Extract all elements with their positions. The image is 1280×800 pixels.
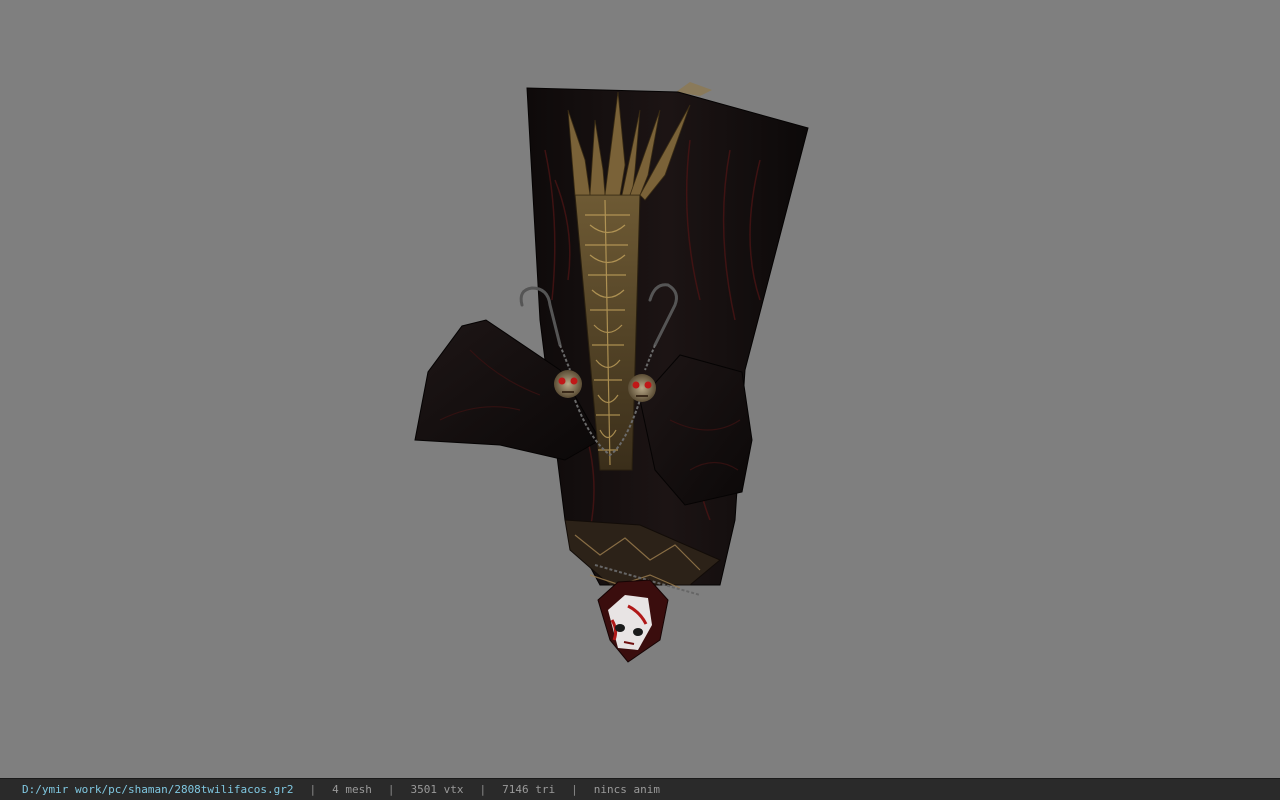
separator: | — [479, 783, 487, 796]
left-skull — [554, 370, 582, 398]
file-path: D:/ymir work/pc/shaman/2808twilifacos.gr… — [22, 783, 294, 796]
mesh-count: 4 mesh — [332, 783, 372, 796]
triangle-count: 7146 tri — [502, 783, 556, 796]
model-viewport[interactable] — [0, 0, 1280, 778]
separator: | — [309, 783, 317, 796]
status-bar: D:/ymir work/pc/shaman/2808twilifacos.gr… — [0, 778, 1280, 800]
separator: | — [387, 783, 395, 796]
vertex-count: 3501 vtx — [410, 783, 464, 796]
animation-status: nincs anim — [593, 783, 660, 796]
right-skull — [628, 374, 656, 402]
separator: | — [571, 783, 578, 796]
shaman-costume-model — [414, 82, 809, 663]
